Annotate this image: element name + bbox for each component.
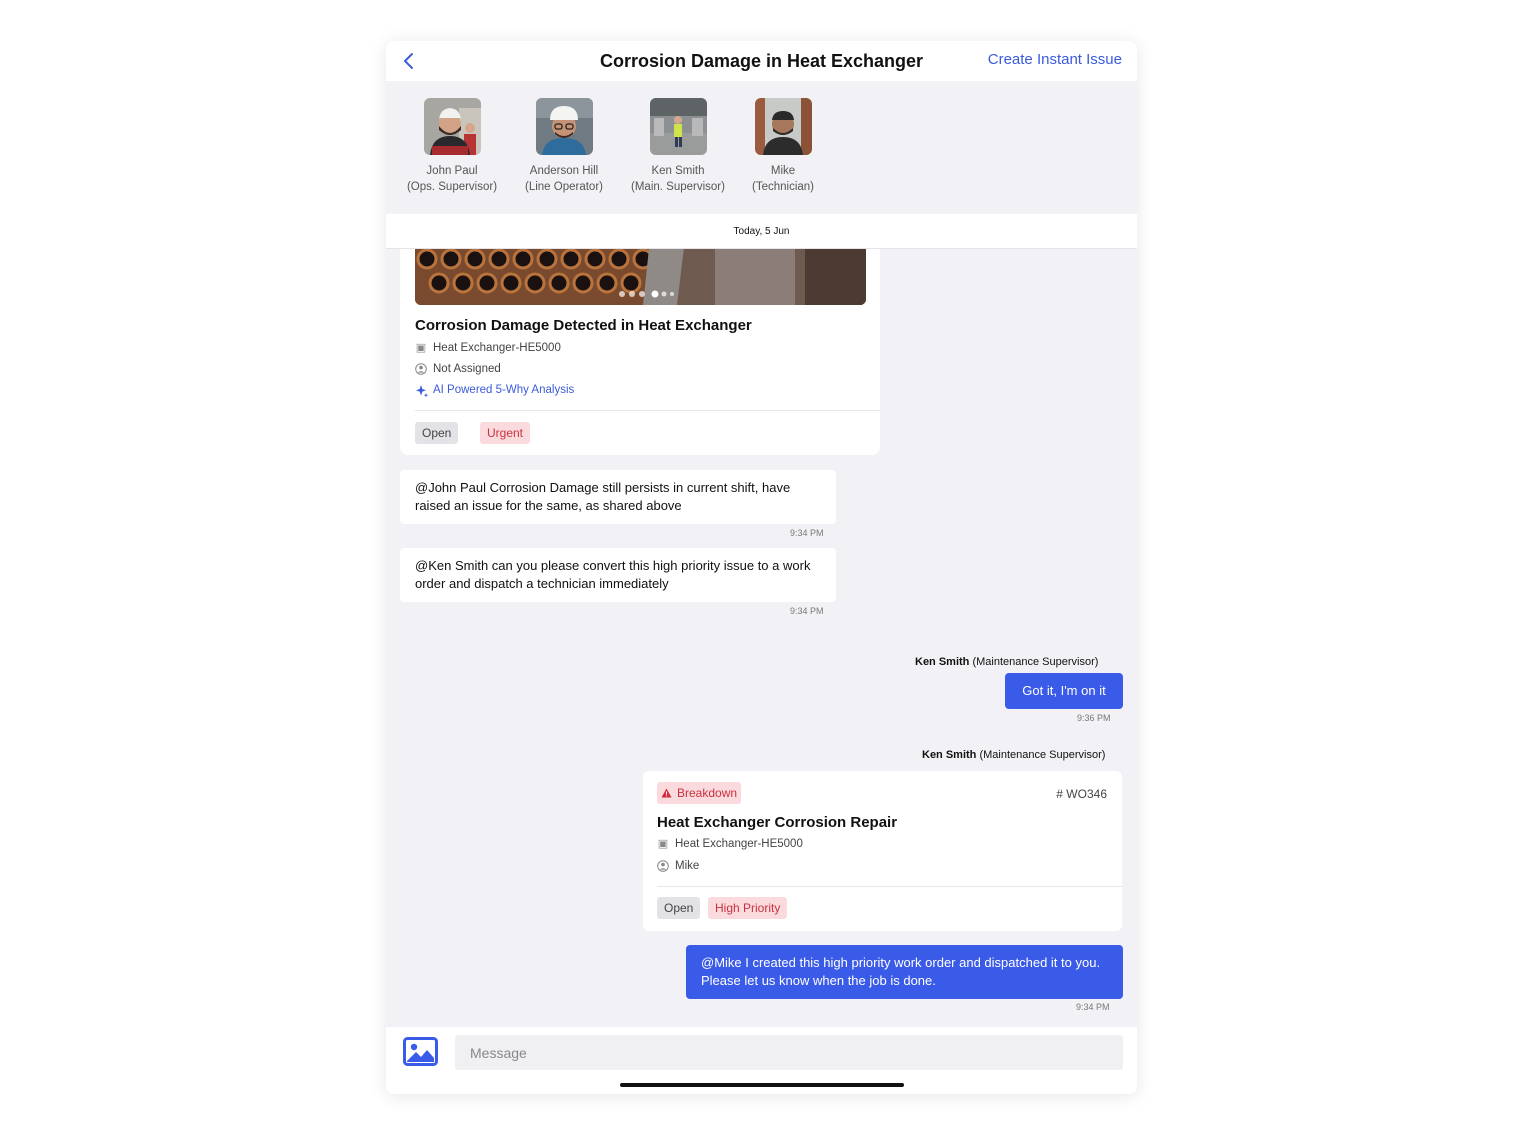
sender-name: Ken Smith	[922, 749, 977, 761]
message-bubble-own: Got it, I'm on it	[1005, 673, 1123, 709]
ai-analysis-link[interactable]: AI Powered 5-Why Analysis	[415, 384, 575, 398]
work-order-asset: Heat Exchanger-HE5000	[675, 838, 803, 850]
status-badge: Open	[415, 422, 459, 444]
priority-badge: High Priority	[708, 897, 788, 919]
breakdown-label: Breakdown	[677, 786, 738, 800]
status-badge: Open	[657, 897, 701, 919]
participant-role: (Ops. Supervisor)	[406, 181, 498, 193]
sender-label: Ken Smith (Maintenance Supervisor)	[915, 656, 1098, 668]
participant-role: (Technician)	[752, 181, 814, 193]
participant-name: Anderson Hill	[529, 165, 599, 177]
participant-name: Ken Smith	[651, 165, 705, 177]
issue-assignee: Not Assigned	[433, 363, 501, 375]
avatar	[754, 98, 812, 155]
card-divider	[415, 410, 880, 411]
participants-row: John Paul (Ops. Supervisor) Anderson Hil…	[386, 81, 1137, 214]
work-order-title: Heat Exchanger Corrosion Repair	[657, 814, 898, 831]
issue-card[interactable]: Corrosion Damage Detected in Heat Exchan…	[400, 249, 880, 455]
asset-icon: ▣	[657, 838, 669, 850]
message-bubble-own: @Mike I created this high priority work …	[686, 945, 1123, 999]
avatar	[535, 98, 593, 155]
participant-anderson-hill[interactable]: Anderson Hill (Line Operator)	[509, 98, 619, 195]
issue-photo-carousel[interactable]	[415, 249, 866, 305]
message-time: 9:36 PM	[1077, 713, 1111, 723]
avatar	[423, 98, 481, 155]
composer-bar	[386, 1027, 1137, 1094]
issue-assignee-row: Not Assigned	[415, 363, 501, 375]
sender-role: (Maintenance Supervisor)	[972, 656, 1099, 668]
message-time: 9:34 PM	[790, 528, 824, 538]
top-bar: Corrosion Damage in Heat Exchanger Creat…	[386, 41, 1137, 81]
work-order-card[interactable]: Breakdown # WO346 Heat Exchanger Corrosi…	[643, 771, 1122, 931]
participant-role: (Line Operator)	[525, 181, 603, 193]
user-circle-icon	[657, 860, 669, 872]
sender-name: Ken Smith	[915, 656, 970, 668]
work-order-assignee-row: Mike	[657, 860, 699, 872]
participant-name: John Paul	[426, 165, 478, 177]
sender-role: (Maintenance Supervisor)	[979, 749, 1106, 761]
breakdown-badge: Breakdown	[657, 782, 742, 804]
message-bubble: @John Paul Corrosion Damage still persis…	[400, 470, 836, 524]
home-indicator	[620, 1083, 904, 1087]
attach-image-button[interactable]	[403, 1037, 438, 1066]
user-circle-icon	[415, 363, 427, 375]
date-separator: Today, 5 Jun	[386, 214, 1137, 249]
participant-mike[interactable]: Mike (Technician)	[728, 98, 838, 195]
message-time: 9:34 PM	[790, 606, 824, 616]
work-order-assignee: Mike	[675, 860, 700, 872]
sparkle-icon	[415, 384, 429, 398]
ai-analysis-label: AI Powered 5-Why Analysis	[433, 384, 575, 396]
sender-label: Ken Smith (Maintenance Supervisor)	[922, 749, 1105, 761]
issue-asset-row: ▣ Heat Exchanger-HE5000	[415, 342, 561, 354]
issue-asset: Heat Exchanger-HE5000	[433, 342, 561, 354]
avatar	[649, 98, 707, 155]
issue-title: Corrosion Damage Detected in Heat Exchan…	[415, 317, 752, 334]
message-input[interactable]	[455, 1035, 1123, 1070]
participant-ken-smith[interactable]: Ken Smith (Main. Supervisor)	[623, 98, 733, 195]
app-window: Corrosion Damage in Heat Exchanger Creat…	[386, 41, 1137, 1094]
work-order-number: # WO346	[1056, 787, 1107, 801]
work-order-asset-row: ▣ Heat Exchanger-HE5000	[657, 838, 803, 850]
participant-john-paul[interactable]: John Paul (Ops. Supervisor)	[397, 98, 507, 195]
participant-role: (Main. Supervisor)	[631, 181, 725, 193]
create-instant-issue-button[interactable]: Create Instant Issue	[988, 51, 1122, 68]
asset-icon: ▣	[415, 342, 427, 354]
chat-thread[interactable]: Corrosion Damage Detected in Heat Exchan…	[386, 249, 1137, 1027]
message-bubble: @Ken Smith can you please convert this h…	[400, 548, 836, 602]
priority-badge: Urgent	[480, 422, 531, 444]
participant-name: Mike	[770, 165, 796, 177]
image-icon	[403, 1037, 438, 1066]
message-time: 9:34 PM	[1076, 1002, 1110, 1012]
warning-icon	[661, 788, 672, 798]
card-divider	[657, 886, 1122, 887]
